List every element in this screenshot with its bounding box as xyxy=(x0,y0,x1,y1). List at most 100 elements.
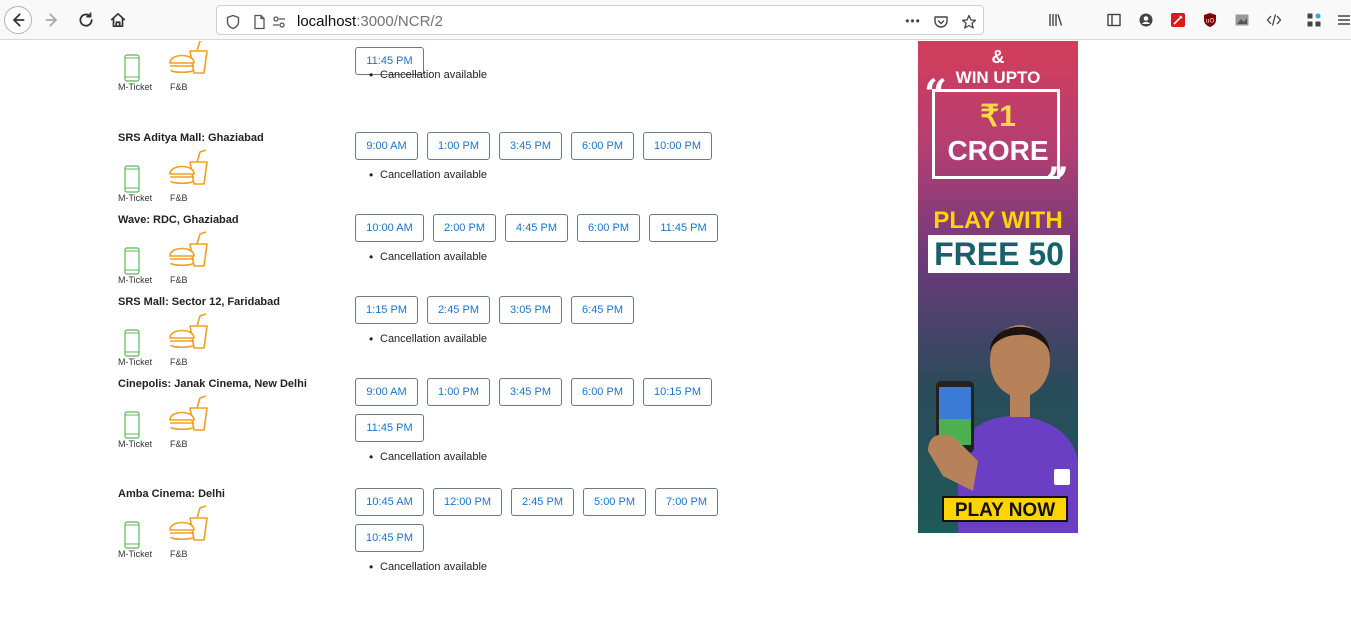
showtime-button[interactable]: 5:00 PM xyxy=(583,488,646,516)
venue-name[interactable]: SRS Aditya Mall: Ghaziabad xyxy=(118,132,264,144)
showtime-button[interactable]: 11:45 PM xyxy=(355,414,424,442)
showtime-button[interactable]: 3:05 PM xyxy=(499,296,562,324)
fnb-label: F&B xyxy=(170,275,188,285)
ad-play-now-button[interactable]: PLAY NOW xyxy=(942,496,1068,522)
showtime-button[interactable]: 10:45 PM xyxy=(355,524,424,552)
back-button[interactable] xyxy=(4,6,32,34)
cancellation-note: Cancellation available xyxy=(369,560,487,574)
food-and-beverage-icon xyxy=(169,149,208,185)
mobile-ticket-icon xyxy=(124,165,140,193)
svg-text:uO: uO xyxy=(1206,18,1215,25)
ad-amp: & xyxy=(991,47,1005,67)
ublock-icon[interactable]: uO xyxy=(1200,10,1220,30)
showtime-button[interactable]: 3:45 PM xyxy=(499,378,562,406)
account-icon[interactable] xyxy=(1136,10,1156,30)
arrow-right-icon xyxy=(45,13,58,27)
cancellation-note: Cancellation available xyxy=(369,168,487,182)
reload-button[interactable] xyxy=(72,6,100,34)
venue-features: M-Ticket F&B xyxy=(118,41,228,92)
cancellation-note: Cancellation available xyxy=(369,332,487,346)
food-and-beverage-icon xyxy=(169,395,208,431)
sidebar-icon[interactable] xyxy=(1104,10,1124,30)
menu-icon[interactable] xyxy=(1334,10,1351,30)
home-icon xyxy=(110,12,126,28)
ad-play-with: PLAY WITH xyxy=(933,207,1063,234)
showtime-button[interactable]: 3:45 PM xyxy=(499,132,562,160)
mticket-label: M-Ticket xyxy=(118,549,153,559)
developer-tools-icon[interactable] xyxy=(1264,10,1284,30)
url-bar[interactable]: localhost:3000/NCR/2 ••• xyxy=(216,5,984,35)
showtime-button[interactable]: 9:00 AM xyxy=(355,132,418,160)
venue-name[interactable]: Wave: RDC, Ghaziabad xyxy=(118,214,239,226)
venue-features: M-Ticket F&B xyxy=(118,313,228,367)
ad-amount: ₹1 xyxy=(980,100,1016,133)
shield-icon[interactable] xyxy=(223,12,243,32)
showtime-button[interactable]: 2:00 PM xyxy=(433,214,496,242)
mobile-ticket-icon xyxy=(124,411,140,439)
mticket-label: M-Ticket xyxy=(118,193,153,203)
showtime-button[interactable]: 10:15 PM xyxy=(643,378,712,406)
showtime-button[interactable]: 10:00 PM xyxy=(643,132,712,160)
showtime-button[interactable]: 1:00 PM xyxy=(427,378,490,406)
mobile-ticket-icon xyxy=(124,247,140,275)
extensions-grid-icon[interactable] xyxy=(1304,10,1324,30)
pocket-icon[interactable] xyxy=(931,12,951,32)
advertisement-banner[interactable]: & WIN UPTO “ ” ₹1 CRORE PLAY WITH FREE 5… xyxy=(918,41,1078,533)
fnb-label: F&B xyxy=(170,357,188,367)
fnb-label: F&B xyxy=(170,82,188,92)
mobile-ticket-icon xyxy=(124,54,140,82)
venue-features: M-Ticket F&B xyxy=(118,231,228,285)
extension-tool-icon[interactable] xyxy=(1168,10,1188,30)
showtime-button[interactable]: 2:45 PM xyxy=(427,296,490,324)
browser-toolbar: localhost:3000/NCR/2 ••• uO xyxy=(0,0,1351,40)
venue-name[interactable]: SRS Mall: Sector 12, Faridabad xyxy=(118,296,280,308)
showtime-button[interactable]: 6:00 PM xyxy=(571,132,634,160)
food-and-beverage-icon xyxy=(169,505,208,541)
showtime-button[interactable]: 10:00 AM xyxy=(355,214,424,242)
food-and-beverage-icon xyxy=(169,41,208,74)
showtime-button[interactable]: 7:00 PM xyxy=(655,488,718,516)
fnb-label: F&B xyxy=(170,439,188,449)
venue-name[interactable]: Cinepolis: Janak Cinema, New Delhi xyxy=(118,378,307,390)
fnb-label: F&B xyxy=(170,549,188,559)
showtime-button[interactable]: 6:00 PM xyxy=(577,214,640,242)
showtime-button[interactable]: 2:45 PM xyxy=(511,488,574,516)
reload-icon xyxy=(79,12,93,27)
forward-button[interactable] xyxy=(38,6,66,34)
fnb-label: F&B xyxy=(170,193,188,203)
showtime-button[interactable]: 6:00 PM xyxy=(571,378,634,406)
bookmark-star-icon[interactable] xyxy=(959,12,979,32)
venue-features: M-Ticket F&B xyxy=(118,505,228,559)
mticket-label: M-Ticket xyxy=(118,275,153,285)
cancellation-note: Cancellation available xyxy=(369,450,487,464)
url-text[interactable]: localhost:3000/NCR/2 xyxy=(297,13,443,30)
showtime-button[interactable]: 11:45 PM xyxy=(649,214,718,242)
image-extension-icon[interactable] xyxy=(1232,10,1252,30)
showtime-button[interactable]: 12:00 PM xyxy=(433,488,502,516)
showtime-button[interactable]: 10:45 AM xyxy=(355,488,424,516)
cancellation-note: Cancellation available xyxy=(369,250,487,264)
showtime-button[interactable]: 4:45 PM xyxy=(505,214,568,242)
showtime-button[interactable]: 1:00 PM xyxy=(427,132,490,160)
showtime-button[interactable]: 9:00 AM xyxy=(355,378,418,406)
mobile-ticket-icon xyxy=(124,521,140,549)
food-and-beverage-icon xyxy=(169,313,208,349)
mobile-ticket-icon xyxy=(124,329,140,357)
venue-features: M-Ticket F&B xyxy=(118,149,228,203)
permissions-icon[interactable] xyxy=(269,12,289,32)
venue-name[interactable]: Amba Cinema: Delhi xyxy=(118,488,225,500)
showtime-button[interactable]: 6:45 PM xyxy=(571,296,634,324)
showtime-button[interactable]: 1:15 PM xyxy=(355,296,418,324)
mticket-label: M-Ticket xyxy=(118,82,153,92)
ad-free: FREE 50 xyxy=(928,235,1070,273)
food-and-beverage-icon xyxy=(169,231,208,267)
library-icon[interactable] xyxy=(1046,10,1066,30)
page-icon[interactable] xyxy=(249,12,269,32)
cancellation-note: Cancellation available xyxy=(369,68,487,82)
ad-crore: CRORE xyxy=(947,135,1049,166)
mticket-label: M-Ticket xyxy=(118,357,153,367)
home-button[interactable] xyxy=(104,6,132,34)
page-actions-icon[interactable]: ••• xyxy=(903,11,923,31)
venue-features: M-Ticket F&B xyxy=(118,395,228,449)
mticket-label: M-Ticket xyxy=(118,439,153,449)
